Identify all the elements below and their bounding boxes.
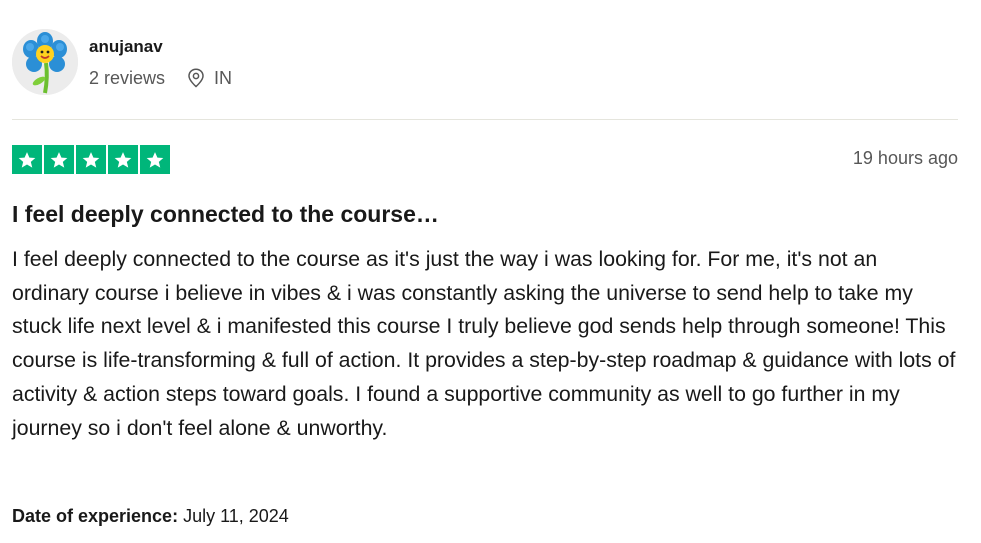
star-icon: [44, 145, 74, 174]
review-time: 19 hours ago: [852, 148, 958, 168]
review-title[interactable]: I feel deeply connected to the course…: [12, 201, 439, 228]
flower-avatar-icon[interactable]: [12, 29, 78, 95]
consumer-info: anujanav 2 reviews IN: [12, 29, 958, 97]
review-body: I feel deeply connected to the course as…: [12, 247, 956, 440]
reviews-count: 2 reviews: [89, 67, 166, 88]
star-icon: [108, 145, 138, 174]
star-icon: [12, 145, 42, 174]
divider: [12, 119, 958, 120]
star-icon: [76, 145, 106, 174]
location: IN: [187, 68, 232, 89]
experience-label: Date of experience:: [12, 506, 179, 526]
rating-row: 19 hours ago: [12, 145, 958, 175]
review-card: anujanav 2 reviews IN 19 hours ago I fee…: [12, 0, 958, 543]
country-code: IN: [214, 67, 233, 88]
date-of-experience: Date of experience: July 11, 2024: [12, 506, 289, 527]
consumer-meta: 2 reviews IN: [89, 67, 232, 89]
location-pin-icon: [187, 68, 205, 88]
star-icon: [140, 145, 170, 174]
consumer-name[interactable]: anujanav: [89, 37, 163, 57]
star-rating: [12, 145, 170, 174]
experience-date: July 11, 2024: [183, 506, 289, 526]
